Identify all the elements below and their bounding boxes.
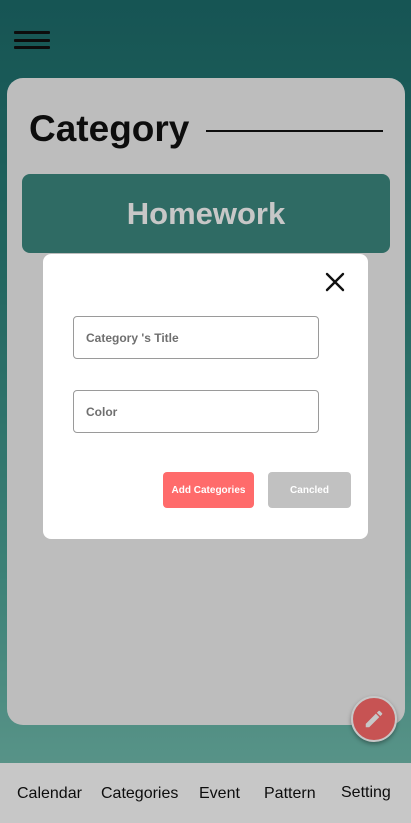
category-color-input[interactable] <box>73 390 319 433</box>
close-dialog-button[interactable] <box>323 270 347 294</box>
add-category-dialog: Add Categories Cancled <box>43 254 368 539</box>
category-title-input[interactable] <box>73 316 319 359</box>
add-categories-button[interactable]: Add Categories <box>163 472 254 508</box>
cancel-button[interactable]: Cancled <box>268 472 351 508</box>
close-icon <box>325 272 345 292</box>
